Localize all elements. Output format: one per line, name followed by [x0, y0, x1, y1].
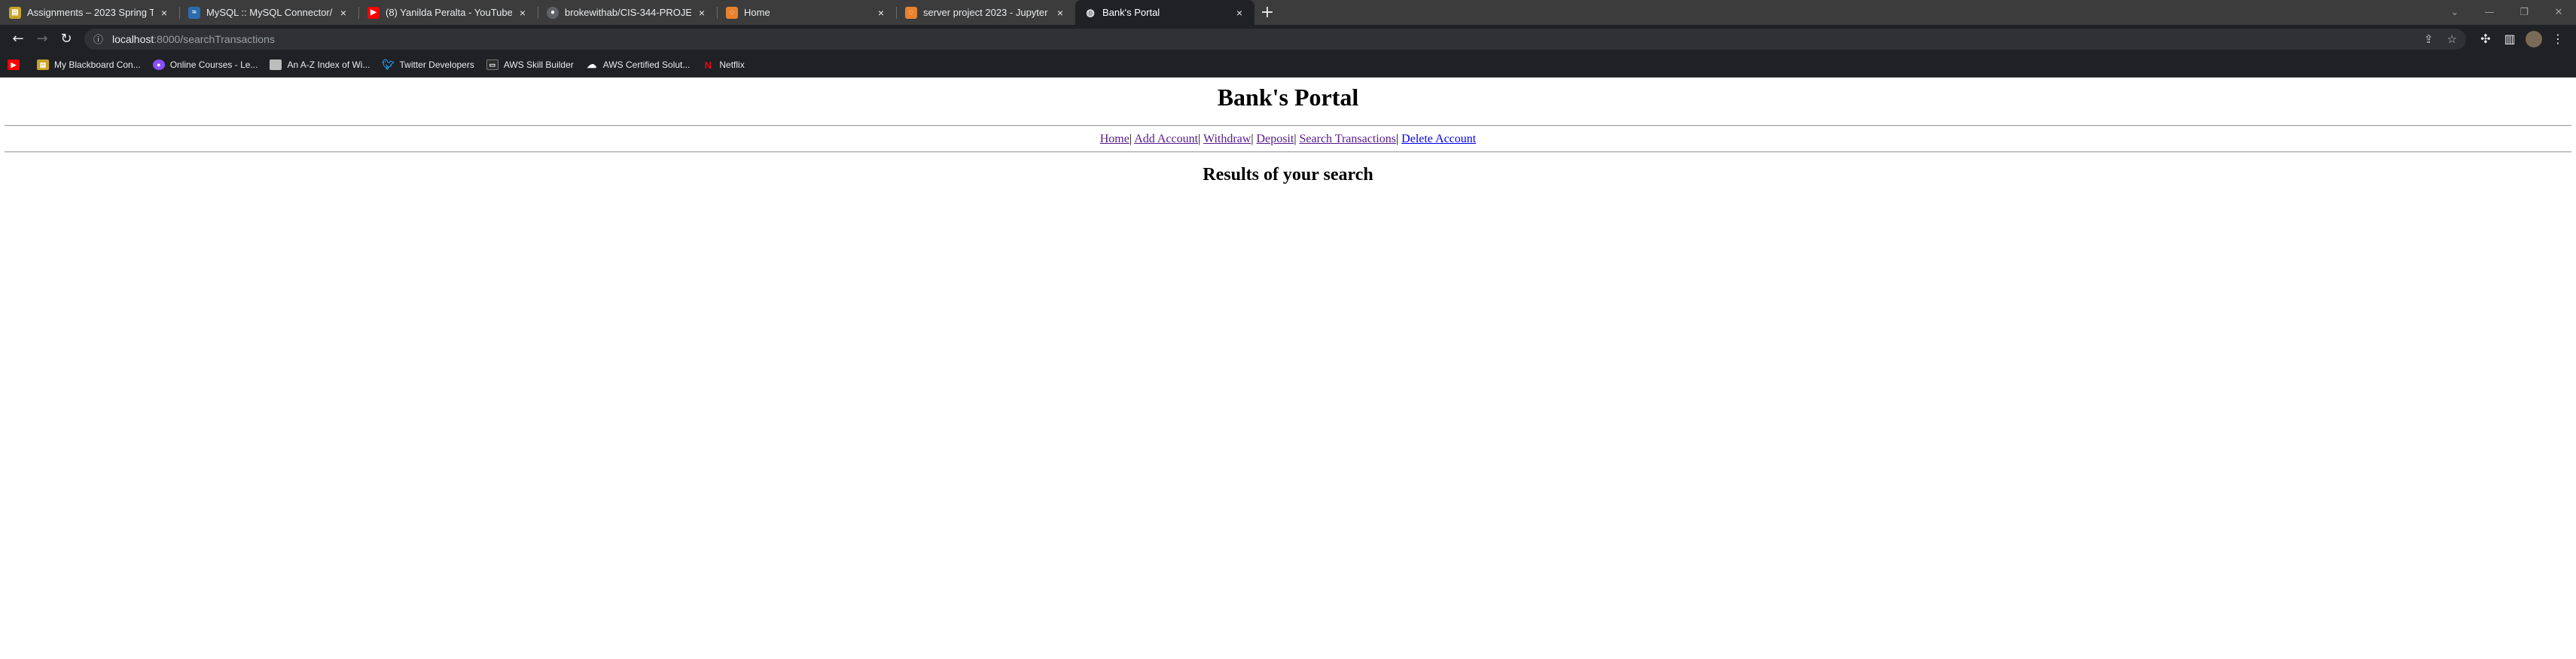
globe-icon: ◍ [1086, 6, 1095, 18]
jupyter-icon: ◌ [905, 6, 917, 19]
bookmark-netflix[interactable]: N Netflix [702, 59, 745, 71]
nav-search-transactions-link[interactable]: Search Transactions [1300, 133, 1396, 145]
tab-title: MySQL :: MySQL Connector/Pyth [206, 7, 333, 18]
tab-jupyter-home[interactable]: ◌ Home × [717, 0, 896, 25]
page-title: Bank's Portal [1217, 84, 1359, 111]
tab-title: server project 2023 - Jupyter No [923, 7, 1050, 18]
tab-mysql[interactable]: ≈ MySQL :: MySQL Connector/Pyth × [179, 0, 358, 25]
share-icon[interactable]: ⇪ [2424, 32, 2434, 46]
tab-strip: ▤ Assignments – 2023 Spring Term × ≈ MyS… [0, 0, 2576, 25]
bookmark-blackboard[interactable]: ▤ My Blackboard Con... [37, 59, 141, 70]
mysql-icon: ≈ [188, 6, 200, 19]
browser-toolbar: ← → ↻ ⓘ localhost:8000/searchTransaction… [0, 25, 2576, 53]
tab-title: brokewithab/CIS-344-PROJECT- [565, 7, 691, 18]
minimize-button[interactable]: — [2472, 0, 2507, 25]
tab-jupyter-notebook[interactable]: ◌ server project 2023 - Jupyter No × [896, 0, 1075, 25]
bookmark-label: My Blackboard Con... [54, 59, 141, 70]
toolbar-actions: ✣ ▥ ⋮ [2474, 30, 2570, 47]
bookmark-twitter-developers[interactable]: 🐦︎ Twitter Developers [382, 59, 474, 70]
side-panel-icon[interactable]: ▥ [2498, 32, 2522, 46]
bookmark-aws-certified[interactable]: ☁ AWS Certified Solut... [586, 59, 690, 70]
bookmarks-bar: ▶ ▤ My Blackboard Con... ● Online Course… [0, 53, 2576, 78]
site-nav: Home| Add Account| Withdraw| Deposit| Se… [1099, 133, 1477, 145]
bookmark-az-index[interactable]: An A-Z Index of Wi... [270, 59, 370, 70]
bookmark-label: An A-Z Index of Wi... [287, 59, 370, 70]
url-host: localhost [112, 32, 154, 45]
tab-banks-portal[interactable]: ◍ Bank's Portal × [1075, 0, 1254, 25]
menu-icon[interactable]: ⋮ [2546, 32, 2570, 46]
youtube-icon: ▶ [8, 59, 20, 70]
tab-title: Bank's Portal [1102, 7, 1160, 18]
youtube-icon: ▶ [367, 6, 380, 19]
netflix-icon: N [704, 59, 712, 71]
profile-avatar[interactable] [2526, 30, 2542, 47]
nav-delete-account-link[interactable]: Delete Account [1401, 133, 1476, 145]
nav-withdraw-link[interactable]: Withdraw [1203, 133, 1251, 145]
bookmark-label: AWS Certified Solut... [602, 59, 690, 70]
bookmark-label: AWS Skill Builder [503, 59, 574, 70]
tab-assignments[interactable]: ▤ Assignments – 2023 Spring Term × [0, 0, 179, 25]
site-info-icon[interactable]: ⓘ [93, 32, 103, 46]
page-content: Bank's Portal Home| Add Account| Withdra… [0, 84, 2576, 185]
extensions-icon[interactable]: ✣ [2474, 32, 2498, 46]
close-icon[interactable]: × [1054, 7, 1066, 19]
index-icon [270, 59, 282, 70]
close-icon[interactable]: × [337, 7, 349, 19]
bookmark-label: Twitter Developers [399, 59, 474, 70]
courses-icon: ● [152, 59, 165, 70]
restore-button[interactable]: ❐ [2507, 0, 2541, 25]
browser-chrome: ▤ Assignments – 2023 Spring Term × ≈ MyS… [0, 0, 2576, 78]
address-bar[interactable]: ⓘ localhost:8000/searchTransactions ⇪ ☆ [84, 28, 2466, 50]
jupyter-icon: ◌ [726, 6, 738, 19]
tab-title: Home [744, 7, 770, 18]
divider [5, 151, 2571, 153]
assignment-icon: ▤ [9, 6, 21, 19]
close-icon[interactable]: × [696, 7, 708, 19]
tab-github[interactable]: ● brokewithab/CIS-344-PROJECT- × [538, 0, 717, 25]
bookmark-aws-skill-builder[interactable]: ▭ AWS Skill Builder [486, 59, 574, 70]
tab-title: Assignments – 2023 Spring Term [27, 7, 154, 18]
twitter-icon: 🐦︎ [382, 59, 395, 70]
results-heading: Results of your search [1203, 165, 1373, 185]
blackboard-icon: ▤ [37, 59, 49, 70]
forward-button[interactable]: → [30, 27, 54, 51]
back-button[interactable]: ← [6, 27, 30, 51]
aws-icon: ▭ [486, 59, 498, 70]
cloud-icon: ☁ [587, 59, 597, 70]
bookmark-youtube[interactable]: ▶ [8, 59, 25, 70]
close-icon[interactable]: × [517, 7, 529, 19]
github-icon: ● [547, 6, 559, 19]
tab-youtube[interactable]: ▶ (8) Yanilda Peralta - YouTube × [358, 0, 538, 25]
url-path: :8000/searchTransactions [154, 32, 275, 45]
nav-deposit-link[interactable]: Deposit [1257, 133, 1294, 145]
new-tab-button[interactable]: + [1254, 0, 1280, 25]
window-controls: ⌄ — ❐ ✕ [2437, 0, 2576, 25]
close-icon[interactable]: × [1233, 7, 1245, 19]
tab-search-icon[interactable]: ⌄ [2437, 0, 2472, 25]
close-icon[interactable]: × [875, 7, 887, 19]
close-icon[interactable]: × [158, 7, 170, 19]
nav-add-account-link[interactable]: Add Account [1134, 133, 1198, 145]
nav-home-link[interactable]: Home [1100, 133, 1129, 145]
bookmark-star-icon[interactable]: ☆ [2447, 32, 2457, 46]
reload-button[interactable]: ↻ [54, 27, 78, 51]
bookmark-label: Netflix [719, 59, 745, 70]
bookmark-label: Online Courses - Le... [169, 59, 258, 70]
bookmark-online-courses[interactable]: ● Online Courses - Le... [152, 59, 258, 70]
close-window-button[interactable]: ✕ [2541, 0, 2576, 25]
tab-title: (8) Yanilda Peralta - YouTube [386, 7, 512, 18]
